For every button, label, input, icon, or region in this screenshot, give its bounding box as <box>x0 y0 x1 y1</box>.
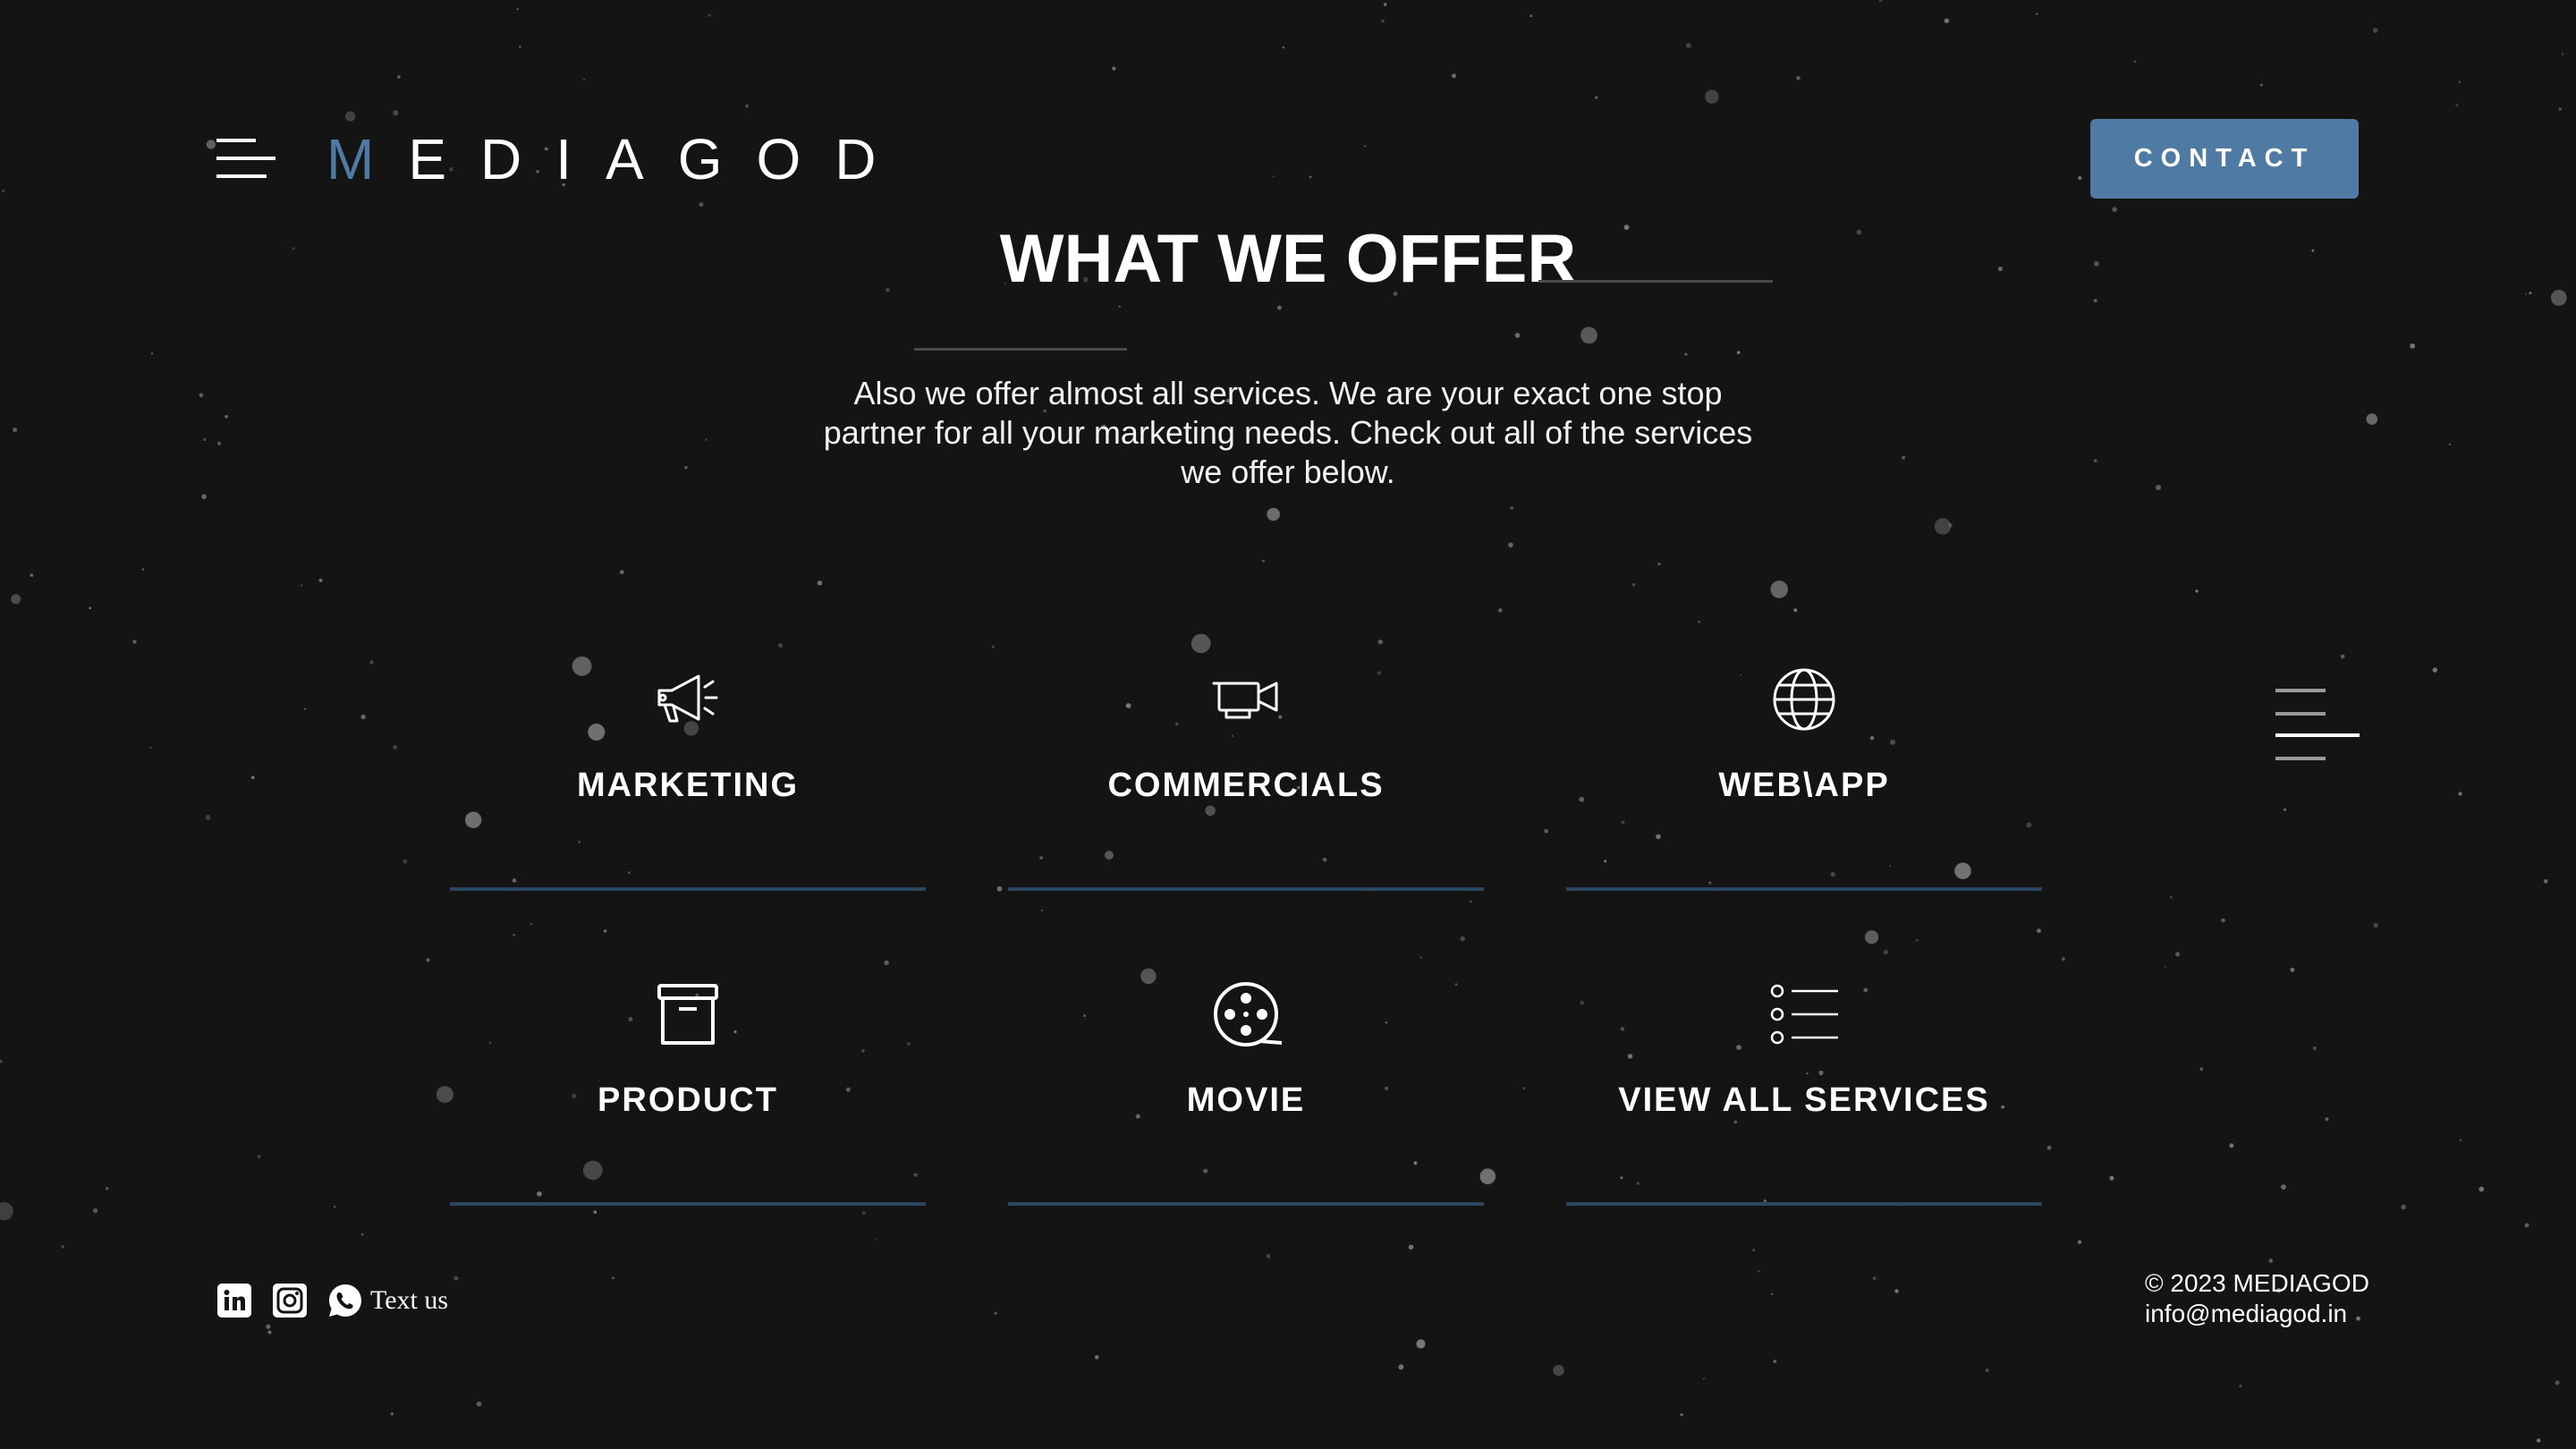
logo-first-letter: M <box>326 127 409 191</box>
logo[interactable]: MEDIAGOD <box>326 125 910 193</box>
service-label: PRODUCT <box>597 1081 778 1119</box>
copyright-text: © 2023 MEDIAGOD <box>2145 1269 2369 1297</box>
linkedin-link[interactable] <box>216 1281 252 1320</box>
service-card-web-app[interactable]: WEB\APP <box>1566 608 2042 891</box>
service-card-commercials[interactable]: COMMERCIALS <box>1008 608 1484 891</box>
list-icon <box>1770 984 1838 1045</box>
section-title: WHAT WE OFFER <box>999 221 1577 297</box>
instagram-icon <box>273 1284 307 1318</box>
instagram-link[interactable] <box>272 1281 308 1320</box>
logo-text: EDIAGOD <box>408 127 911 191</box>
footer-info: © 2023 MEDIAGOD info@mediagod.in <box>2145 1268 2369 1329</box>
whatsapp-link[interactable]: Text us <box>327 1281 448 1320</box>
globe-icon <box>1773 668 1835 731</box>
title-divider-right <box>1538 280 1773 283</box>
hamburger-menu-icon[interactable] <box>216 139 275 180</box>
contact-button[interactable]: CONTACT <box>2090 119 2359 199</box>
intro-line: partner for all your marketing needs. Ch… <box>823 414 1753 451</box>
whatsapp-icon <box>329 1284 361 1317</box>
service-card-view-all[interactable]: VIEW ALL SERVICES <box>1566 923 2042 1206</box>
service-card-product[interactable]: PRODUCT <box>450 923 926 1206</box>
intro-line: we offer below. <box>1181 453 1395 490</box>
title-divider-left <box>914 348 1127 351</box>
service-label: MOVIE <box>1186 1081 1306 1119</box>
service-card-movie[interactable]: MOVIE <box>1008 923 1484 1206</box>
service-label: COMMERCIALS <box>1107 767 1385 804</box>
service-label: MARKETING <box>576 767 800 804</box>
section-intro: Also we offer almost all services. We ar… <box>787 374 1789 492</box>
service-label: WEB\APP <box>1718 767 1890 804</box>
email-link[interactable]: info@mediagod.in <box>2145 1299 2369 1329</box>
side-menu-icon[interactable] <box>2275 689 2360 762</box>
linkedin-icon <box>217 1284 251 1318</box>
archive-box-icon <box>657 984 718 1045</box>
video-camera-icon <box>1212 682 1278 719</box>
intro-line: Also we offer almost all services. We ar… <box>853 375 1723 411</box>
megaphone-icon <box>657 674 718 723</box>
service-label: VIEW ALL SERVICES <box>1618 1081 1990 1119</box>
service-card-marketing[interactable]: MARKETING <box>450 608 926 891</box>
film-reel-icon <box>1214 982 1282 1046</box>
text-us-label: Text us <box>370 1285 449 1315</box>
